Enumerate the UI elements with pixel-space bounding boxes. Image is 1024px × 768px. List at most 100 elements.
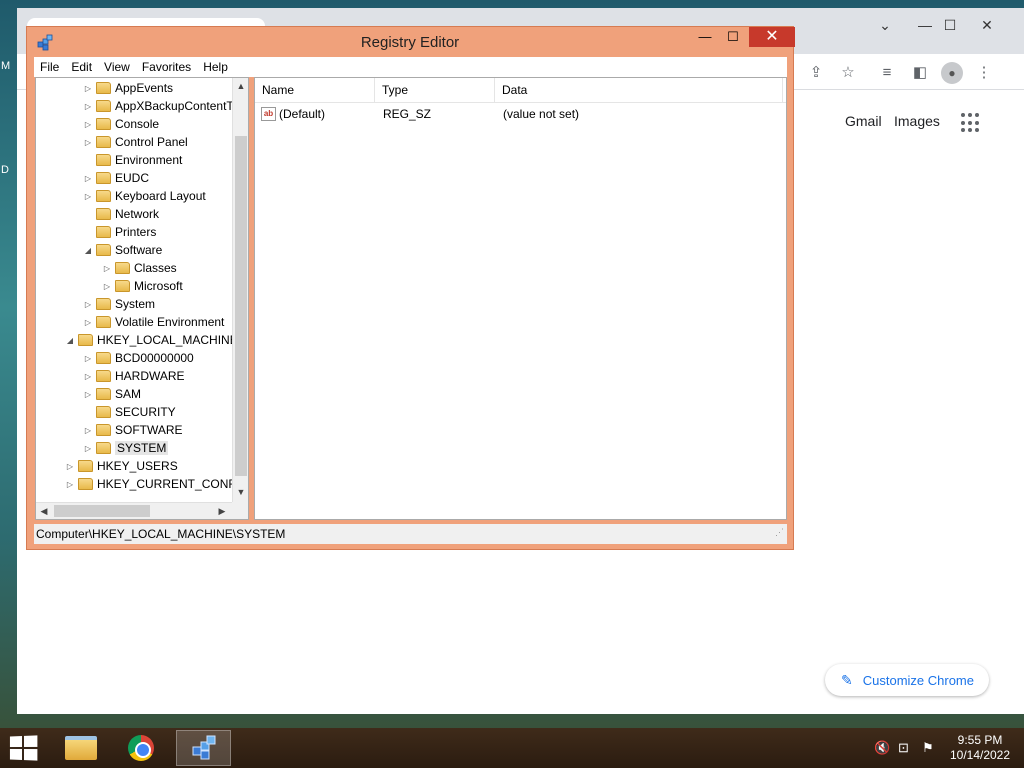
expand-arrow-icon[interactable]: ▷ xyxy=(64,480,76,489)
menu-favorites[interactable]: Favorites xyxy=(136,60,197,74)
side-panel-icon[interactable]: ◧ xyxy=(909,62,931,84)
folder-icon xyxy=(96,244,111,256)
values-list[interactable]: Name Type Data ab (Default) REG_SZ (valu… xyxy=(254,77,787,520)
tree-item[interactable]: SECURITY xyxy=(82,403,176,421)
tree-item[interactable]: ▷ AppEvents xyxy=(82,79,173,97)
tree-item[interactable]: ▷ Classes xyxy=(101,259,177,277)
tree-item[interactable]: ▷ SOFTWARE xyxy=(82,421,183,439)
expand-arrow-icon[interactable]: ▷ xyxy=(82,318,94,327)
expand-arrow-icon[interactable]: ▷ xyxy=(82,372,94,381)
tree-scroll-thumb[interactable] xyxy=(235,136,247,476)
value-row[interactable]: ab (Default) REG_SZ (value not set) xyxy=(255,105,579,123)
chrome-close-button[interactable]: ✕ xyxy=(972,12,1002,38)
tree-item[interactable]: ▷ HKEY_USERS xyxy=(64,457,178,475)
minimize-button[interactable]: — xyxy=(691,27,719,47)
folder-icon xyxy=(115,262,130,274)
window-title: Registry Editor xyxy=(360,34,460,51)
profile-icon[interactable]: ● xyxy=(941,62,963,84)
tree-item[interactable]: ▷ System xyxy=(82,295,155,313)
tree-item[interactable]: ▷ SYSTEM xyxy=(82,439,169,457)
tree-item[interactable]: ▷ Volatile Environment xyxy=(82,313,224,331)
column-data[interactable]: Data xyxy=(495,78,783,103)
tree-item-label: Environment xyxy=(115,153,183,167)
collapse-arrow-icon[interactable]: ◢ xyxy=(64,336,76,345)
expand-arrow-icon[interactable]: ▷ xyxy=(64,462,76,471)
menu-file[interactable]: File xyxy=(34,60,65,74)
tree-item[interactable]: Network xyxy=(82,205,159,223)
collapse-arrow-icon[interactable]: ◢ xyxy=(82,246,94,255)
taskbar-file-explorer[interactable] xyxy=(53,730,108,766)
menu-view[interactable]: View xyxy=(98,60,136,74)
tree-item[interactable]: ▷ AppXBackupContentType xyxy=(82,97,248,115)
key-tree[interactable]: ▷ AppEvents ▷ AppXBackupContentType ▷ Console… xyxy=(35,77,249,520)
tab-search-icon[interactable]: ⌄ xyxy=(870,12,900,38)
expand-arrow-icon[interactable]: ▷ xyxy=(82,444,94,453)
tree-item[interactable]: Environment xyxy=(82,151,182,169)
tree-vertical-scrollbar[interactable]: ▲ ▼ xyxy=(232,78,248,502)
tree-horizontal-scrollbar[interactable]: ◀ ▶ xyxy=(36,502,232,519)
images-link[interactable]: Images xyxy=(894,113,940,129)
tree-item[interactable]: ▷ SAM xyxy=(82,385,141,403)
tree-item[interactable]: ▷ HKEY_CURRENT_CONFIG xyxy=(64,475,248,493)
action-center-icon[interactable]: ⚑ xyxy=(922,740,934,756)
folder-icon xyxy=(78,460,93,472)
expand-arrow-icon[interactable]: ▷ xyxy=(82,426,94,435)
expand-arrow-icon[interactable]: ▷ xyxy=(82,174,94,183)
tree-item[interactable]: ◢ Software xyxy=(82,241,162,259)
scroll-right-arrow-icon[interactable]: ▶ xyxy=(214,503,230,519)
menu-edit[interactable]: Edit xyxy=(65,60,98,74)
tree-item[interactable]: ▷ Control Panel xyxy=(82,133,188,151)
gmail-link[interactable]: Gmail xyxy=(845,113,882,129)
tree-item-label: Keyboard Layout xyxy=(115,189,206,203)
expand-arrow-icon[interactable]: ▷ xyxy=(101,282,113,291)
tree-item[interactable]: ▷ HARDWARE xyxy=(82,367,185,385)
menu-help[interactable]: Help xyxy=(197,60,234,74)
tree-item-label: HKEY_USERS xyxy=(97,459,178,473)
desktop-label-d: D xyxy=(1,164,9,176)
volume-muted-icon[interactable]: 🔇 xyxy=(874,740,890,756)
close-button[interactable]: ✕ xyxy=(749,27,795,47)
tree-item[interactable]: ▷ EUDC xyxy=(82,169,149,187)
scroll-up-arrow-icon[interactable]: ▲ xyxy=(233,78,248,94)
registry-titlebar[interactable]: Registry Editor — ☐ ✕ xyxy=(27,27,795,57)
scroll-left-arrow-icon[interactable]: ◀ xyxy=(36,503,52,519)
maximize-button[interactable]: ☐ xyxy=(719,27,747,47)
taskbar-clock[interactable]: 9:55 PM 10/14/2022 xyxy=(940,733,1020,763)
expand-arrow-icon[interactable]: ▷ xyxy=(101,264,113,273)
folder-icon xyxy=(96,118,111,130)
expand-arrow-icon[interactable]: ▷ xyxy=(82,102,94,111)
scroll-down-arrow-icon[interactable]: ▼ xyxy=(233,484,248,500)
reading-list-icon[interactable]: ≡ xyxy=(876,62,898,84)
share-icon[interactable]: ⇪ xyxy=(805,62,827,84)
values-header: Name Type Data xyxy=(255,78,786,103)
scroll-corner xyxy=(232,502,248,519)
chrome-maximize-button[interactable]: ☐ xyxy=(935,12,965,38)
tree-item[interactable]: ▷ Microsoft xyxy=(101,277,183,295)
tree-item[interactable]: ▷ BCD00000000 xyxy=(82,349,194,367)
folder-icon xyxy=(115,280,130,292)
expand-arrow-icon[interactable]: ▷ xyxy=(82,300,94,309)
tree-item[interactable]: ▷ Keyboard Layout xyxy=(82,187,206,205)
network-icon[interactable]: ⊡ xyxy=(898,740,909,756)
taskbar-registry-editor[interactable] xyxy=(176,730,231,766)
expand-arrow-icon[interactable]: ▷ xyxy=(82,192,94,201)
tree-hscroll-thumb[interactable] xyxy=(54,505,150,517)
customize-chrome-button[interactable]: ✎ Customize Chrome xyxy=(825,664,989,696)
expand-arrow-icon[interactable]: ▷ xyxy=(82,120,94,129)
star-icon[interactable]: ☆ xyxy=(837,62,859,84)
expand-arrow-icon[interactable]: ▷ xyxy=(82,84,94,93)
resize-grip-icon[interactable]: ⋰ xyxy=(775,522,784,542)
column-name[interactable]: Name xyxy=(255,78,375,103)
column-type[interactable]: Type xyxy=(375,78,495,103)
expand-arrow-icon[interactable]: ▷ xyxy=(82,390,94,399)
start-button[interactable] xyxy=(9,735,38,761)
folder-icon xyxy=(78,478,93,490)
tree-item[interactable]: ▷ Console xyxy=(82,115,159,133)
expand-arrow-icon[interactable]: ▷ xyxy=(82,354,94,363)
expand-arrow-icon[interactable]: ▷ xyxy=(82,138,94,147)
taskbar-chrome[interactable] xyxy=(113,730,168,766)
tree-item[interactable]: Printers xyxy=(82,223,156,241)
tree-item[interactable]: ◢ HKEY_LOCAL_MACHINE xyxy=(64,331,238,349)
more-icon[interactable]: ⋮ xyxy=(973,62,995,84)
google-apps-icon[interactable] xyxy=(961,113,981,133)
